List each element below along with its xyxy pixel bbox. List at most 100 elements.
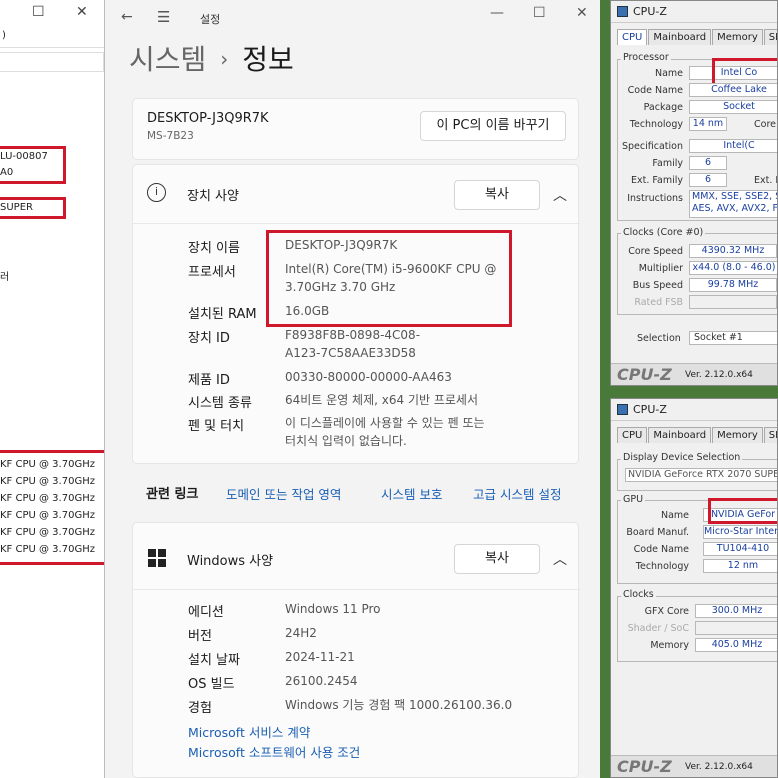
rename-pc-button[interactable]: 이 PC의 이름 바꾸기 — [420, 111, 566, 141]
highlight-box — [266, 230, 512, 327]
spec-value: 26100.2454 — [285, 674, 358, 688]
processor-group-label: Processor — [621, 52, 671, 63]
field-label: Core Speed — [628, 246, 683, 257]
extfamily-value: 6 — [689, 173, 727, 187]
chevron-up-icon[interactable]: ︿ — [553, 185, 567, 205]
left-search-field[interactable] — [0, 52, 104, 72]
memory-clock-value: 405.0 MHz — [695, 638, 777, 652]
spec-label: 에디션 — [188, 605, 224, 620]
gpu-clocks-label: Clocks — [621, 589, 656, 600]
breadcrumb-parent[interactable]: 시스템 — [129, 43, 206, 76]
spec-label: 제품 ID — [188, 373, 230, 388]
spec-value: Windows 11 Pro — [285, 602, 381, 616]
device-specs-title: 장치 사양 — [187, 189, 239, 204]
cpuz-footer: CPU-Z Ver. 2.12.0.x64 — [611, 363, 777, 385]
settings-window: ← ☰ 설정 — ☐ ✕ 시스템 › 정보 DESKTOP-J3Q9R7K MS-7… — [105, 0, 600, 778]
cpuz-cpu-window: CPU-Z CPUMainboardMemorySP Processor Nam… — [610, 0, 778, 386]
chevron-up-icon[interactable]: ︿ — [553, 549, 567, 569]
divider — [133, 589, 580, 590]
cpuz-gpu-window: CPU-Z CPUMainboardMemorySP Display Devic… — [610, 398, 778, 778]
spec-value-cont: 터치식 입력이 없습니다. — [285, 434, 407, 448]
field-label: GFX Core — [644, 606, 689, 617]
hamburger-menu-icon[interactable]: ☰ — [157, 8, 170, 26]
cpuz-titlebar: CPU-Z — [611, 1, 777, 23]
spec-label: 펜 및 터치 — [188, 419, 245, 434]
field-label: Package — [643, 102, 683, 113]
field-label: Shader / SoC — [627, 623, 689, 634]
cpuz-logo-icon — [617, 404, 628, 415]
pc-name-card: DESKTOP-J3Q9R7K MS-7B23 이 PC의 이름 바꾸기 — [132, 98, 579, 160]
display-group-label: Display Device Selection — [621, 452, 743, 463]
field-label: Specification — [622, 141, 683, 152]
core-speed-value: 4390.32 MHz — [689, 244, 777, 258]
link-service-agreement[interactable]: Microsoft 서비스 계약 — [188, 722, 310, 741]
close-icon[interactable]: ✕ — [76, 4, 88, 20]
maximize-icon[interactable]: ☐ — [533, 5, 546, 21]
tab-mainboard[interactable]: Mainboard — [648, 427, 712, 443]
link-advanced-settings[interactable]: 고급 시스템 설정 — [473, 484, 561, 503]
windows-specs-title: Windows 사양 — [187, 554, 274, 569]
field-label: Bus Speed — [632, 280, 683, 291]
highlight-box — [712, 58, 777, 86]
field-label: Memory — [650, 640, 689, 651]
link-domain-workgroup[interactable]: 도메인 또는 작업 영역 — [226, 484, 341, 503]
tab-cpu[interactable]: CPU — [617, 427, 648, 443]
clocks-group-label: Clocks (Core #0) — [621, 227, 706, 238]
minimize-icon[interactable]: — — [490, 5, 504, 21]
field-label: Code Name — [633, 544, 689, 555]
spec-label: 설치된 RAM — [188, 307, 257, 322]
field-label: Instructions — [627, 193, 683, 204]
field-label: Technology — [635, 561, 689, 572]
link-license-terms[interactable]: Microsoft 소프트웨어 사용 조건 — [188, 742, 360, 761]
field-label: Technology — [629, 119, 683, 130]
tab-mainboard[interactable]: Mainboard — [648, 29, 712, 45]
spec-value: 2024-11-21 — [285, 650, 355, 664]
list-item: KF CPU @ 3.70GHz — [0, 510, 95, 521]
spec-label: 버전 — [188, 629, 212, 644]
field-label: Core — [754, 119, 776, 130]
cpuz-logo-icon — [617, 6, 628, 17]
left-address-bar[interactable]: ) — [0, 30, 104, 48]
tab-spd[interactable]: SP — [763, 29, 777, 45]
field-label: Ext. Family — [631, 175, 683, 186]
settings-titlebar: ← ☰ 설정 — ☐ ✕ — [105, 0, 600, 36]
cpuz-brand: CPU-Z — [617, 365, 672, 384]
field-label: Family — [652, 158, 683, 169]
chevron-right-icon: › — [220, 47, 229, 71]
back-arrow-icon[interactable]: ← — [121, 9, 133, 25]
package-value: Socket — [689, 100, 777, 114]
tab-memory[interactable]: Memory — [712, 29, 763, 45]
breadcrumb: 시스템 › 정보 — [129, 38, 294, 78]
socket-select[interactable]: Socket #1 — [689, 331, 777, 345]
tab-spd[interactable]: SP — [763, 427, 777, 443]
related-links-label: 관련 링크 — [146, 487, 199, 502]
maximize-icon[interactable]: ☐ — [32, 4, 45, 20]
list-item: A0 — [0, 167, 14, 178]
cpuz-titlebar: CPU-Z — [611, 399, 777, 421]
board-manuf-value: Micro-Star Intern — [703, 525, 777, 539]
spec-label: 장치 이름 — [188, 241, 240, 256]
bus-speed-value: 99.78 MHz — [689, 278, 777, 292]
spec-value: Windows 기능 경험 팩 1000.26100.36.0 — [285, 698, 513, 712]
technology-value: 14 nm — [689, 117, 727, 131]
spec-value: 00330-80000-00000-AA463 — [285, 370, 452, 384]
field-label: Board Manuf. — [626, 527, 689, 538]
cpuz-title: CPU-Z — [633, 5, 667, 18]
close-icon[interactable]: ✕ — [576, 5, 588, 21]
spec-value: 64비트 운영 체제, x64 기반 프로세서 — [285, 393, 479, 407]
copy-device-specs-button[interactable]: 복사 — [454, 180, 540, 210]
windows-logo-icon — [148, 549, 166, 567]
tab-memory[interactable]: Memory — [712, 427, 763, 443]
spec-label: 프로세서 — [188, 265, 236, 280]
instructions-value: MMX, SSE, SSE2, S AES, AVX, AVX2, FM — [689, 190, 777, 218]
link-system-protection[interactable]: 시스템 보호 — [381, 484, 442, 503]
spec-value: 24H2 — [285, 626, 317, 640]
tab-cpu[interactable]: CPU — [617, 29, 648, 45]
display-device-select[interactable]: NVIDIA GeForce RTX 2070 SUPER — [625, 468, 777, 482]
selection-label: Selection — [637, 333, 681, 344]
list-item: KF CPU @ 3.70GHz — [0, 459, 95, 470]
field-label: Ext. I — [754, 175, 778, 186]
spec-value: Intel(C — [689, 139, 777, 153]
cpuz-footer: CPU-Z Ver. 2.12.0.x64 — [611, 755, 777, 777]
copy-windows-specs-button[interactable]: 복사 — [454, 544, 540, 574]
